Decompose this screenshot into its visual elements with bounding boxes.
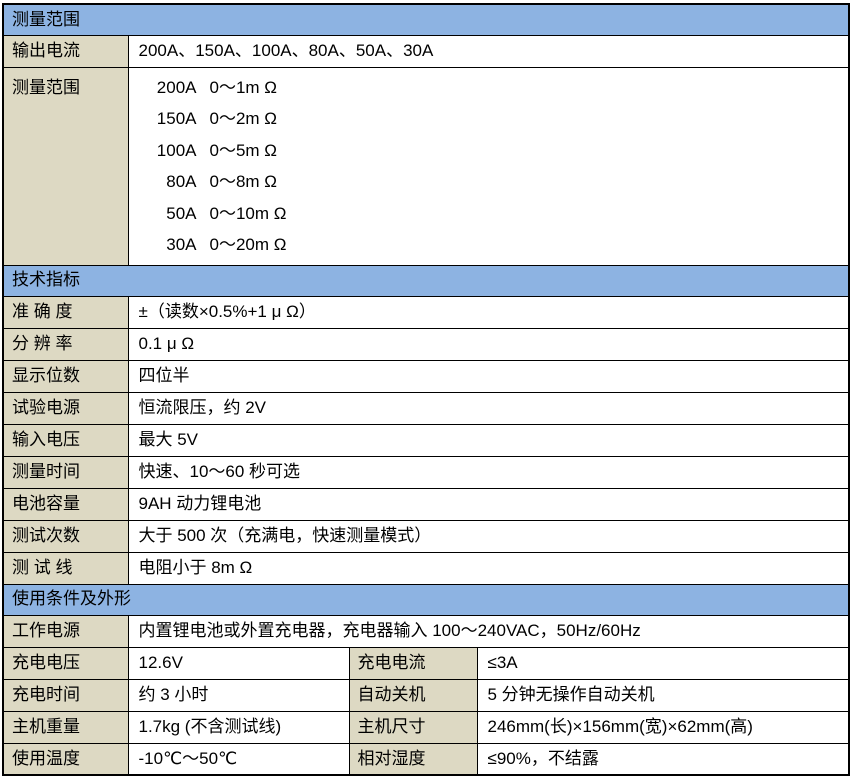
- range-current: 150A: [139, 103, 197, 135]
- range-value: 0～1m Ω: [197, 78, 278, 97]
- range-value: 0～2m Ω: [197, 109, 278, 128]
- row-charge-time-autooff: 充电时间 约 3 小时 自动关机 5 分钟无操作自动关机: [3, 679, 849, 711]
- grid-label: 相对湿度: [349, 743, 477, 775]
- section-header-measure: 测量范围: [3, 4, 849, 35]
- range-value: 0～20m Ω: [197, 235, 287, 254]
- grid-label: 主机尺寸: [349, 711, 477, 743]
- range-current: 50A: [139, 198, 197, 230]
- spec-value: 四位半: [128, 360, 849, 392]
- range-line: 200A0～1m Ω: [139, 72, 845, 104]
- range-line: 80A0～8m Ω: [139, 166, 845, 198]
- grid-value: -10℃～50℃: [128, 743, 349, 775]
- grid-value: ≤90%，不结露: [477, 743, 849, 775]
- row-temp-humidity: 使用温度 -10℃～50℃ 相对湿度 ≤90%，不结露: [3, 743, 849, 775]
- spec-value: 恒流限压，约 2V: [128, 392, 849, 424]
- spec-row-input-voltage: 输入电压 最大 5V: [3, 424, 849, 456]
- section-header-row-usage: 使用条件及外形: [3, 584, 849, 615]
- grid-label: 充电时间: [3, 679, 128, 711]
- spec-row-test-power: 试验电源 恒流限压，约 2V: [3, 392, 849, 424]
- range-line: 150A0～2m Ω: [139, 103, 845, 135]
- spec-row-test-lead: 测 试 线 电阻小于 8m Ω: [3, 552, 849, 584]
- range-value: 0～10m Ω: [197, 204, 287, 223]
- spec-label: 电池容量: [3, 488, 128, 520]
- measure-range-label: 测量范围: [3, 67, 128, 265]
- grid-value: 约 3 小时: [128, 679, 349, 711]
- row-measure-range: 测量范围 200A0～1m Ω 150A0～2m Ω 100A0～5m Ω 80…: [3, 67, 849, 265]
- spec-value: 最大 5V: [128, 424, 849, 456]
- spec-label: 测试次数: [3, 520, 128, 552]
- spec-value: 大于 500 次（充满电，快速测量模式）: [128, 520, 849, 552]
- spec-label: 显示位数: [3, 360, 128, 392]
- range-value: 0～8m Ω: [197, 172, 278, 191]
- grid-label: 充电电流: [349, 647, 477, 679]
- row-output-current: 输出电流 200A、150A、100A、80A、50A、30A: [3, 35, 849, 67]
- spec-value: 0.1 μ Ω: [128, 328, 849, 360]
- spec-label: 试验电源: [3, 392, 128, 424]
- range-current: 200A: [139, 72, 197, 104]
- output-current-value: 200A、150A、100A、80A、50A、30A: [128, 35, 849, 67]
- grid-value: 12.6V: [128, 647, 349, 679]
- row-weight-size: 主机重量 1.7kg (不含测试线) 主机尺寸 246mm(长)×156mm(宽…: [3, 711, 849, 743]
- spec-label: 测量时间: [3, 456, 128, 488]
- grid-label: 使用温度: [3, 743, 128, 775]
- range-current: 80A: [139, 166, 197, 198]
- grid-value: ≤3A: [477, 647, 849, 679]
- row-charge-voltage-current: 充电电压 12.6V 充电电流 ≤3A: [3, 647, 849, 679]
- section-header-row-tech: 技术指标: [3, 265, 849, 296]
- grid-value: 1.7kg (不含测试线): [128, 711, 349, 743]
- spec-label: 测 试 线: [3, 552, 128, 584]
- range-current: 100A: [139, 135, 197, 167]
- section-header-usage: 使用条件及外形: [3, 584, 849, 615]
- spec-value: 9AH 动力锂电池: [128, 488, 849, 520]
- spec-label: 分 辨 率: [3, 328, 128, 360]
- spec-row-measure-time: 测量时间 快速、10～60 秒可选: [3, 456, 849, 488]
- section-header-row-measure: 测量范围: [3, 4, 849, 35]
- grid-label: 充电电压: [3, 647, 128, 679]
- spec-row-battery-capacity: 电池容量 9AH 动力锂电池: [3, 488, 849, 520]
- range-current: 30A: [139, 229, 197, 261]
- range-line: 100A0～5m Ω: [139, 135, 845, 167]
- row-working-power: 工作电源 内置锂电池或外置充电器，充电器输入 100～240VAC，50Hz/6…: [3, 615, 849, 647]
- range-line: 50A0～10m Ω: [139, 198, 845, 230]
- range-value: 0～5m Ω: [197, 141, 278, 160]
- spec-value: 电阻小于 8m Ω: [128, 552, 849, 584]
- grid-value: 5 分钟无操作自动关机: [477, 679, 849, 711]
- spec-row-resolution: 分 辨 率 0.1 μ Ω: [3, 328, 849, 360]
- measure-range-value: 200A0～1m Ω 150A0～2m Ω 100A0～5m Ω 80A0～8m…: [128, 67, 849, 265]
- range-line: 30A0～20m Ω: [139, 229, 845, 261]
- spec-value: ±（读数×0.5%+1 μ Ω）: [128, 296, 849, 328]
- working-power-value: 内置锂电池或外置充电器，充电器输入 100～240VAC，50Hz/60Hz: [128, 615, 849, 647]
- spec-row-accuracy: 准 确 度 ±（读数×0.5%+1 μ Ω）: [3, 296, 849, 328]
- spec-value: 快速、10～60 秒可选: [128, 456, 849, 488]
- output-current-label: 输出电流: [3, 35, 128, 67]
- spec-table: 测量范围 输出电流 200A、150A、100A、80A、50A、30A 测量范…: [2, 3, 850, 776]
- grid-label: 主机重量: [3, 711, 128, 743]
- section-header-tech: 技术指标: [3, 265, 849, 296]
- grid-value: 246mm(长)×156mm(宽)×62mm(高): [477, 711, 849, 743]
- working-power-label: 工作电源: [3, 615, 128, 647]
- spec-row-test-count: 测试次数 大于 500 次（充满电，快速测量模式）: [3, 520, 849, 552]
- spec-label: 准 确 度: [3, 296, 128, 328]
- spec-row-display-digits: 显示位数 四位半: [3, 360, 849, 392]
- grid-label: 自动关机: [349, 679, 477, 711]
- spec-label: 输入电压: [3, 424, 128, 456]
